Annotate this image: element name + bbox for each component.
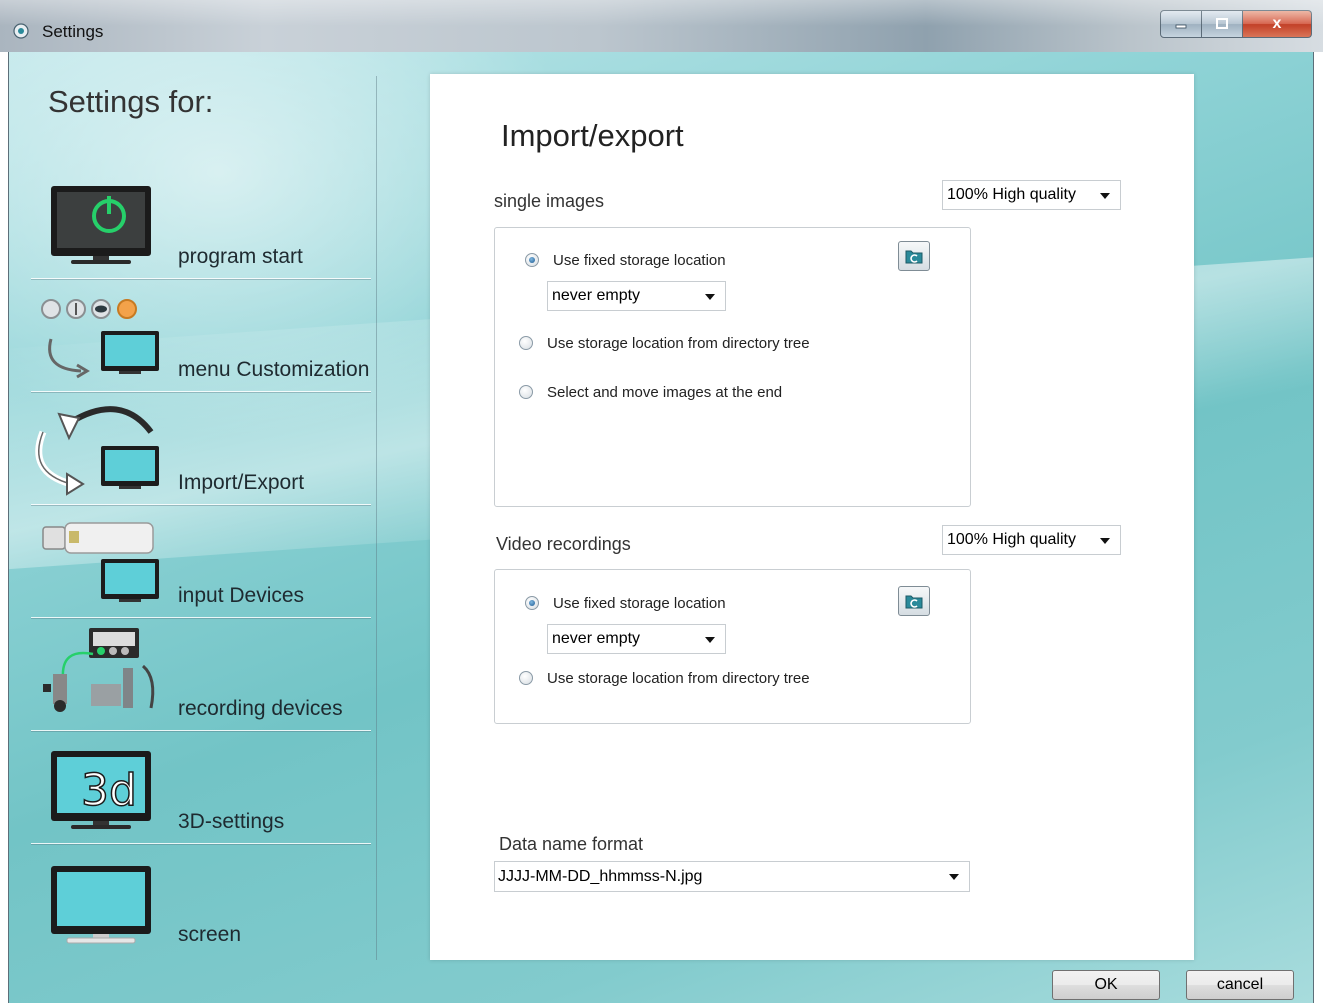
- dropdown-value: never empty: [552, 630, 641, 647]
- nav-heading: Settings for:: [48, 84, 214, 119]
- window-title: Settings: [42, 22, 104, 41]
- svg-text:3d: 3d: [81, 765, 137, 816]
- chevron-down-icon: [949, 874, 959, 880]
- menu-customization-icon: [41, 299, 159, 379]
- nav-divider: [376, 76, 377, 960]
- radio-button[interactable]: [519, 385, 533, 399]
- nav-item-screen[interactable]: screen: [31, 844, 371, 957]
- cancel-button[interactable]: cancel: [1186, 970, 1294, 1000]
- radio-button[interactable]: [519, 671, 533, 685]
- single-images-quality-dropdown[interactable]: 100% High quality: [942, 180, 1121, 210]
- nav-item-menu-customization[interactable]: menu Customization: [31, 279, 371, 392]
- 3d-monitor-icon: 3d: [51, 751, 151, 829]
- video-recordings-label: Video recordings: [496, 534, 631, 554]
- power-monitor-icon: [51, 186, 151, 264]
- single-images-label: single images: [494, 191, 605, 211]
- minimize-icon: [1175, 24, 1187, 29]
- minimize-button[interactable]: [1160, 10, 1202, 38]
- ok-button[interactable]: OK: [1052, 970, 1160, 1000]
- dropdown-value: JJJJ-MM-DD_hhmmss-N.jpg: [498, 868, 703, 885]
- data-name-format-dropdown[interactable]: JJJJ-MM-DD_hhmmss-N.jpg: [494, 861, 970, 892]
- dropdown-value: never empty: [552, 287, 641, 304]
- radio-button[interactable]: [519, 336, 533, 350]
- close-icon: x: [1272, 15, 1282, 32]
- nav-item-input-devices[interactable]: input Devices: [31, 505, 371, 618]
- screen-monitor-icon: [51, 866, 151, 944]
- nav-item-label: Import/Export: [178, 471, 305, 494]
- chevron-down-icon: [705, 294, 715, 300]
- folder-refresh-icon: [905, 250, 923, 264]
- video-quality-dropdown[interactable]: 100% High quality: [942, 525, 1121, 555]
- nav-item-label: 3D-settings: [178, 810, 285, 833]
- caption-buttons: x: [1160, 10, 1312, 38]
- video-fixed-mode-dropdown[interactable]: never empty: [547, 624, 726, 654]
- nav-item-label: program start: [178, 245, 303, 268]
- radio-button[interactable]: [525, 596, 539, 610]
- nav-item-label: input Devices: [178, 584, 305, 607]
- title-bar[interactable]: Settings x: [0, 0, 1323, 52]
- folder-refresh-icon: [905, 595, 923, 609]
- maximize-button[interactable]: [1202, 10, 1243, 38]
- chevron-down-icon: [705, 637, 715, 643]
- dropdown-value: 100% High quality: [947, 531, 1076, 548]
- nav-item-program-start[interactable]: program start: [31, 166, 371, 279]
- single-images-fixed-mode-dropdown[interactable]: never empty: [547, 281, 726, 311]
- single-images-browse-button[interactable]: [898, 241, 930, 271]
- import-export-icon: [35, 406, 159, 496]
- chevron-down-icon: [1100, 538, 1110, 544]
- recording-devices-icon: [43, 628, 155, 712]
- nav-item-label: menu Customization: [178, 358, 370, 381]
- app-icon: [13, 23, 29, 39]
- maximize-icon: [1216, 18, 1228, 29]
- close-button[interactable]: x: [1243, 10, 1312, 38]
- nav-item-label: recording devices: [178, 697, 343, 720]
- video-storage-group: Use fixed storage location never empty U…: [494, 569, 971, 724]
- dropdown-value: 100% High quality: [947, 186, 1076, 203]
- settings-window-body: Settings for: program start menu Customi…: [8, 52, 1314, 1003]
- single-images-storage-group: Use fixed storage location never empty U…: [494, 227, 971, 507]
- nav-item-import-export[interactable]: Import/Export: [31, 392, 371, 505]
- page-title: Import/export: [501, 118, 684, 153]
- usb-device-icon: [42, 522, 159, 602]
- radio-button[interactable]: [525, 253, 539, 267]
- data-name-format-label: Data name format: [499, 834, 644, 854]
- chevron-down-icon: [1100, 193, 1110, 199]
- video-browse-button[interactable]: [898, 586, 930, 616]
- import-export-panel: Import/export single images 100% High qu…: [430, 74, 1194, 960]
- nav-item-label: screen: [178, 923, 242, 946]
- nav-item-recording-devices[interactable]: recording devices: [31, 618, 371, 731]
- nav-item-3d-settings[interactable]: 3d 3D-settings: [31, 731, 371, 844]
